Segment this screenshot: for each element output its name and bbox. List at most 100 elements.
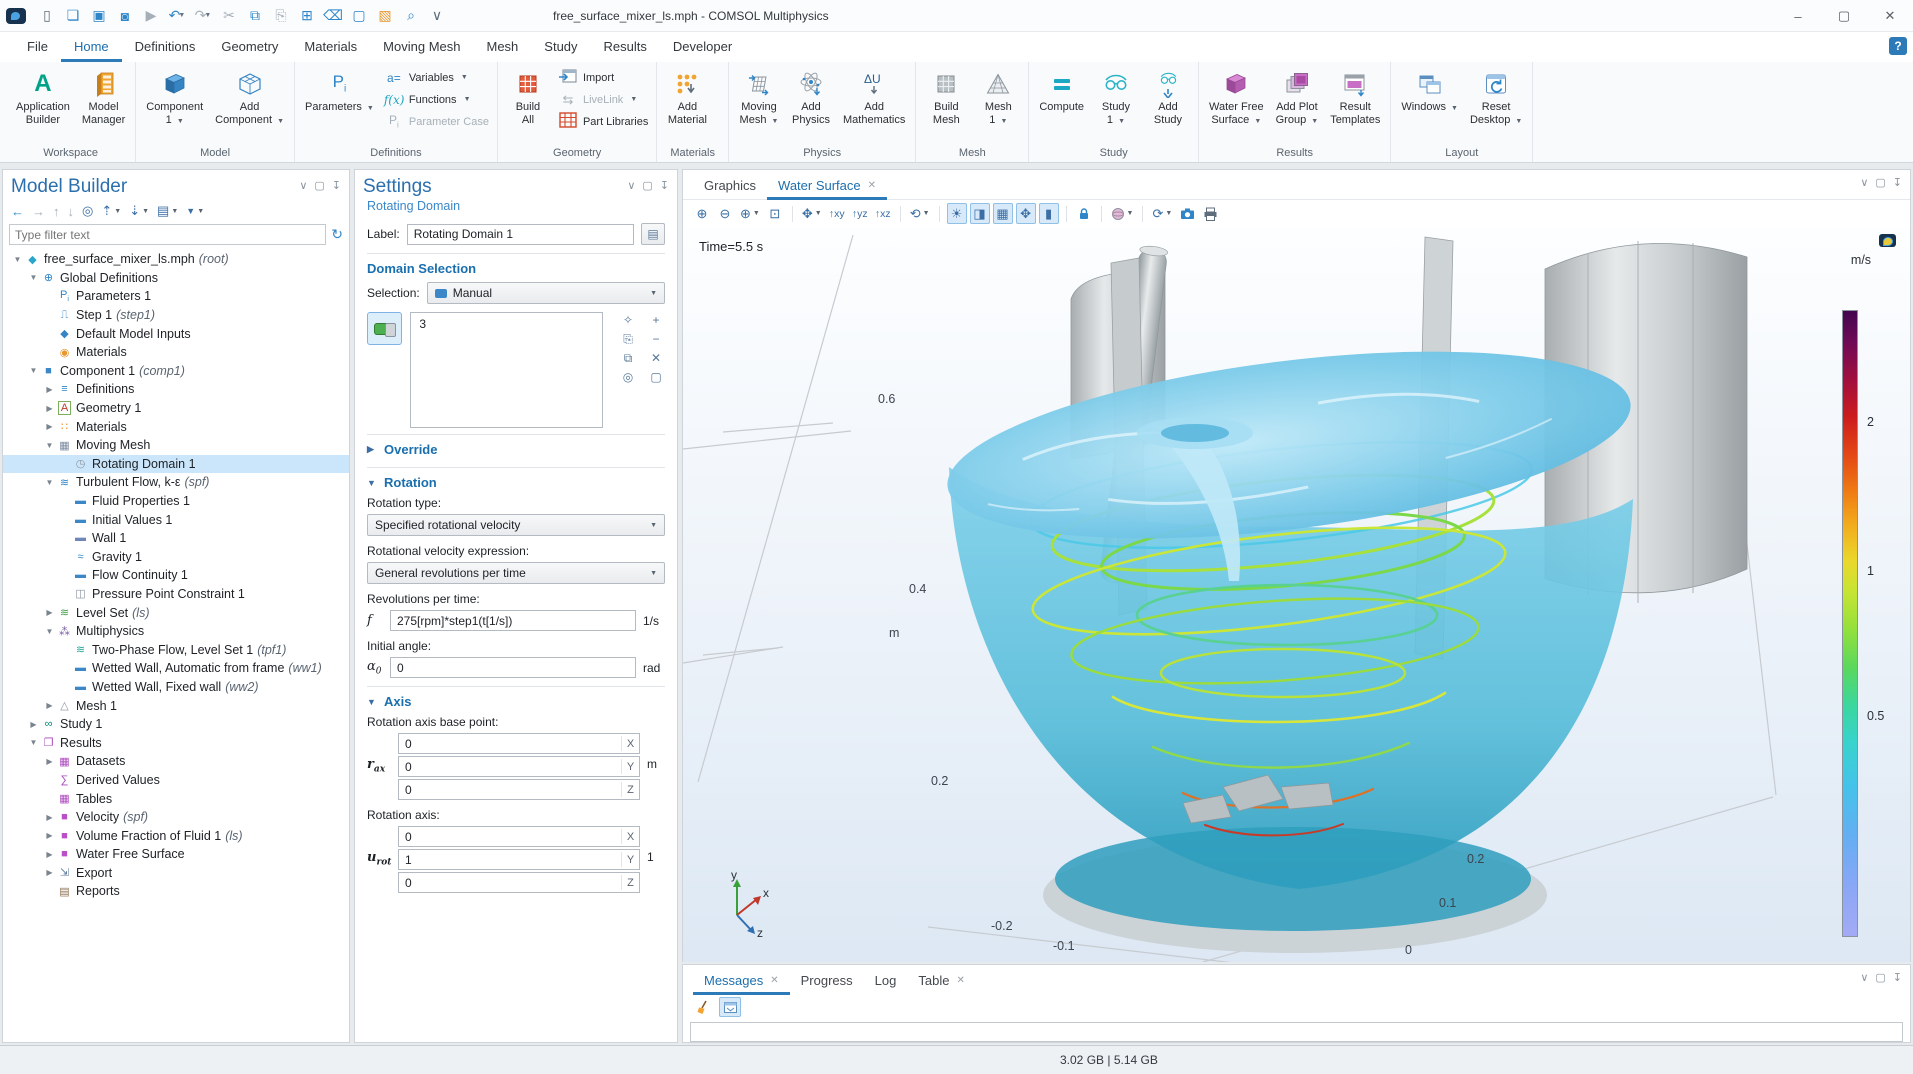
- undo-button[interactable]: ↶▼: [165, 5, 189, 27]
- help-button[interactable]: ?: [1889, 37, 1907, 55]
- scene-settings-button[interactable]: ⟳▼: [1150, 203, 1174, 224]
- velocity-expression-combo[interactable]: General revolutions per time▼: [367, 562, 665, 584]
- 3d-plot[interactable]: y x z Time=5.5 s m/s 210.5 0.60.4m0.2-0.…: [683, 227, 1910, 962]
- tree-node-wetted-wall-automatic-from-frame[interactable]: ▬Wetted Wall, Automatic from frame(ww1): [3, 659, 349, 678]
- expander-icon[interactable]: ▶: [43, 757, 56, 766]
- messages-tab-progress[interactable]: Progress: [790, 965, 864, 995]
- close-tab-icon[interactable]: ✕: [956, 975, 964, 986]
- transparency-button[interactable]: ◨: [970, 203, 990, 224]
- tree-node-derived-values[interactable]: ∑Derived Values: [3, 771, 349, 790]
- result-templates-button[interactable]: ResultTemplates: [1325, 65, 1385, 130]
- back-button[interactable]: ←: [11, 204, 24, 219]
- tree-node-free-surface-mixer-ls-mph[interactable]: ▼◆free_surface_mixer_ls.mph(root): [3, 250, 349, 269]
- panel-float-icon[interactable]: ▢: [314, 179, 324, 192]
- rotate-view-button[interactable]: ⟲▼: [908, 203, 932, 224]
- selection-combo[interactable]: Manual ▼: [427, 282, 665, 304]
- tree-node-velocity[interactable]: ▶■Velocity(spf): [3, 808, 349, 827]
- expander-icon[interactable]: ▼: [27, 738, 40, 747]
- tree-node-moving-mesh[interactable]: ▼▦Moving Mesh: [3, 436, 349, 455]
- parameters-button[interactable]: PiParameters ▼: [300, 65, 379, 117]
- tree-node-study-1[interactable]: ▶∞Study 1: [3, 715, 349, 734]
- cut-button[interactable]: ✂: [217, 5, 241, 27]
- menu-tab-developer[interactable]: Developer: [660, 32, 745, 62]
- selection-list[interactable]: 3: [410, 312, 603, 428]
- reset-desktop-button[interactable]: ResetDesktop ▼: [1465, 65, 1527, 130]
- axis-orientation-button[interactable]: ✥: [1016, 203, 1036, 224]
- zoom-to-selection-button[interactable]: ◎: [619, 369, 637, 385]
- clear-selection-button[interactable]: ✕: [647, 350, 665, 366]
- color-legend-button[interactable]: ▮: [1039, 203, 1059, 224]
- tree-node-initial-values-1[interactable]: ▬Initial Values 1: [3, 510, 349, 529]
- expander-icon[interactable]: ▶: [43, 608, 56, 617]
- tree-node-water-free-surface[interactable]: ▶■Water Free Surface: [3, 845, 349, 864]
- add-plot-group-button[interactable]: Add PlotGroup ▼: [1271, 65, 1324, 130]
- panel-menu-icon[interactable]: ∨: [1860, 971, 1868, 995]
- expander-icon[interactable]: ▼: [43, 478, 56, 487]
- clear-selection-button[interactable]: ▧: [373, 5, 397, 27]
- tree-node-flow-continuity-1[interactable]: ▬Flow Continuity 1: [3, 566, 349, 585]
- expander-icon[interactable]: ▶: [43, 404, 56, 413]
- tree-node-parameters-1[interactable]: PiParameters 1: [3, 287, 349, 306]
- run-button[interactable]: ▶: [139, 5, 163, 27]
- save-button[interactable]: ▣: [87, 5, 111, 27]
- tree-node-export[interactable]: ▶⇲Export: [3, 864, 349, 883]
- menu-tab-materials[interactable]: Materials: [291, 32, 370, 62]
- panel-float-icon[interactable]: ▢: [1875, 971, 1885, 995]
- axis-base-z-input[interactable]: 0Z: [398, 779, 640, 800]
- expander-icon[interactable]: ▶: [27, 720, 40, 729]
- snapshot-button[interactable]: [1177, 203, 1197, 224]
- expander-icon[interactable]: ▼: [11, 255, 24, 264]
- panel-pin-icon[interactable]: ↧: [1893, 971, 1902, 995]
- expand-all-button[interactable]: ⇣▼: [129, 203, 149, 219]
- tree-node-volume-fraction-of-fluid-1[interactable]: ▶■Volume Fraction of Fluid 1(ls): [3, 826, 349, 845]
- view-xz-button[interactable]: ↑xz: [873, 203, 893, 224]
- show-on-new-message-icon[interactable]: [719, 997, 741, 1017]
- tree-node-two-phase-flow-level-set-1[interactable]: ≋Two-Phase Flow, Level Set 1(tpf1): [3, 640, 349, 659]
- tree-node-geometry-1[interactable]: ▶AGeometry 1: [3, 399, 349, 418]
- label-options-button[interactable]: ▤: [641, 223, 665, 245]
- messages-tab-log[interactable]: Log: [864, 965, 908, 995]
- tree-node-wall-1[interactable]: ▬Wall 1: [3, 529, 349, 548]
- menu-tab-study[interactable]: Study: [531, 32, 590, 62]
- tree-node-materials[interactable]: ▶∷Materials: [3, 417, 349, 436]
- component-button[interactable]: Component1 ▼: [141, 65, 208, 130]
- expander-icon[interactable]: ▼: [43, 627, 56, 636]
- new-button[interactable]: ▯: [35, 5, 59, 27]
- add-mathematics-button[interactable]: ΔUAddMathematics: [838, 65, 910, 130]
- import-button[interactable]: Import: [558, 69, 648, 86]
- study-button[interactable]: Study1 ▼: [1091, 65, 1141, 130]
- graphics-tab-graphics[interactable]: Graphics: [693, 170, 767, 200]
- select-box-button[interactable]: ▢: [647, 369, 665, 385]
- tree-node-global-definitions[interactable]: ▼⊕Global Definitions: [3, 269, 349, 288]
- tree-node-pressure-point-constraint-1[interactable]: ◫Pressure Point Constraint 1: [3, 585, 349, 604]
- scene-light-button[interactable]: ☀: [947, 203, 967, 224]
- panel-pin-icon[interactable]: ↧: [660, 179, 669, 192]
- menu-tab-mesh[interactable]: Mesh: [473, 32, 531, 62]
- forward-button[interactable]: →: [32, 204, 45, 219]
- tree-node-fluid-properties-1[interactable]: ▬Fluid Properties 1: [3, 492, 349, 511]
- move-down-button[interactable]: ↓: [68, 204, 75, 219]
- expander-icon[interactable]: ▶: [43, 850, 56, 859]
- panel-menu-icon[interactable]: ∨: [1860, 176, 1868, 199]
- messages-tab-table[interactable]: Table✕: [907, 965, 975, 995]
- tree-node-gravity-1[interactable]: ≈Gravity 1: [3, 548, 349, 567]
- part-libraries-button[interactable]: Part Libraries: [558, 113, 648, 130]
- open-button[interactable]: ❏: [61, 5, 85, 27]
- zoom-box-button[interactable]: ⊕▼: [738, 203, 762, 224]
- chevron-right-icon[interactable]: ▶: [367, 444, 377, 455]
- rotation-type-combo[interactable]: Specified rotational velocity▼: [367, 514, 665, 536]
- expander-icon[interactable]: ▼: [43, 441, 56, 450]
- close-tab-icon[interactable]: ✕: [770, 975, 778, 986]
- save-as-button[interactable]: ◙: [113, 5, 137, 27]
- tree-node-rotating-domain-1[interactable]: ◷Rotating Domain 1: [3, 455, 349, 474]
- tree-node-default-model-inputs[interactable]: ◆Default Model Inputs: [3, 324, 349, 343]
- menu-tab-file[interactable]: File: [14, 32, 61, 62]
- rotation-axis-z-input[interactable]: 0Z: [398, 872, 640, 893]
- show-button[interactable]: ◎: [82, 203, 93, 219]
- node-text-button[interactable]: ▤▼: [157, 203, 178, 219]
- label-input[interactable]: Rotating Domain 1: [407, 224, 634, 245]
- axis-base-x-input[interactable]: 0X: [398, 733, 640, 754]
- menu-tab-home[interactable]: Home: [61, 32, 122, 62]
- panel-pin-icon[interactable]: ↧: [1893, 176, 1902, 199]
- clear-messages-icon[interactable]: [692, 997, 714, 1017]
